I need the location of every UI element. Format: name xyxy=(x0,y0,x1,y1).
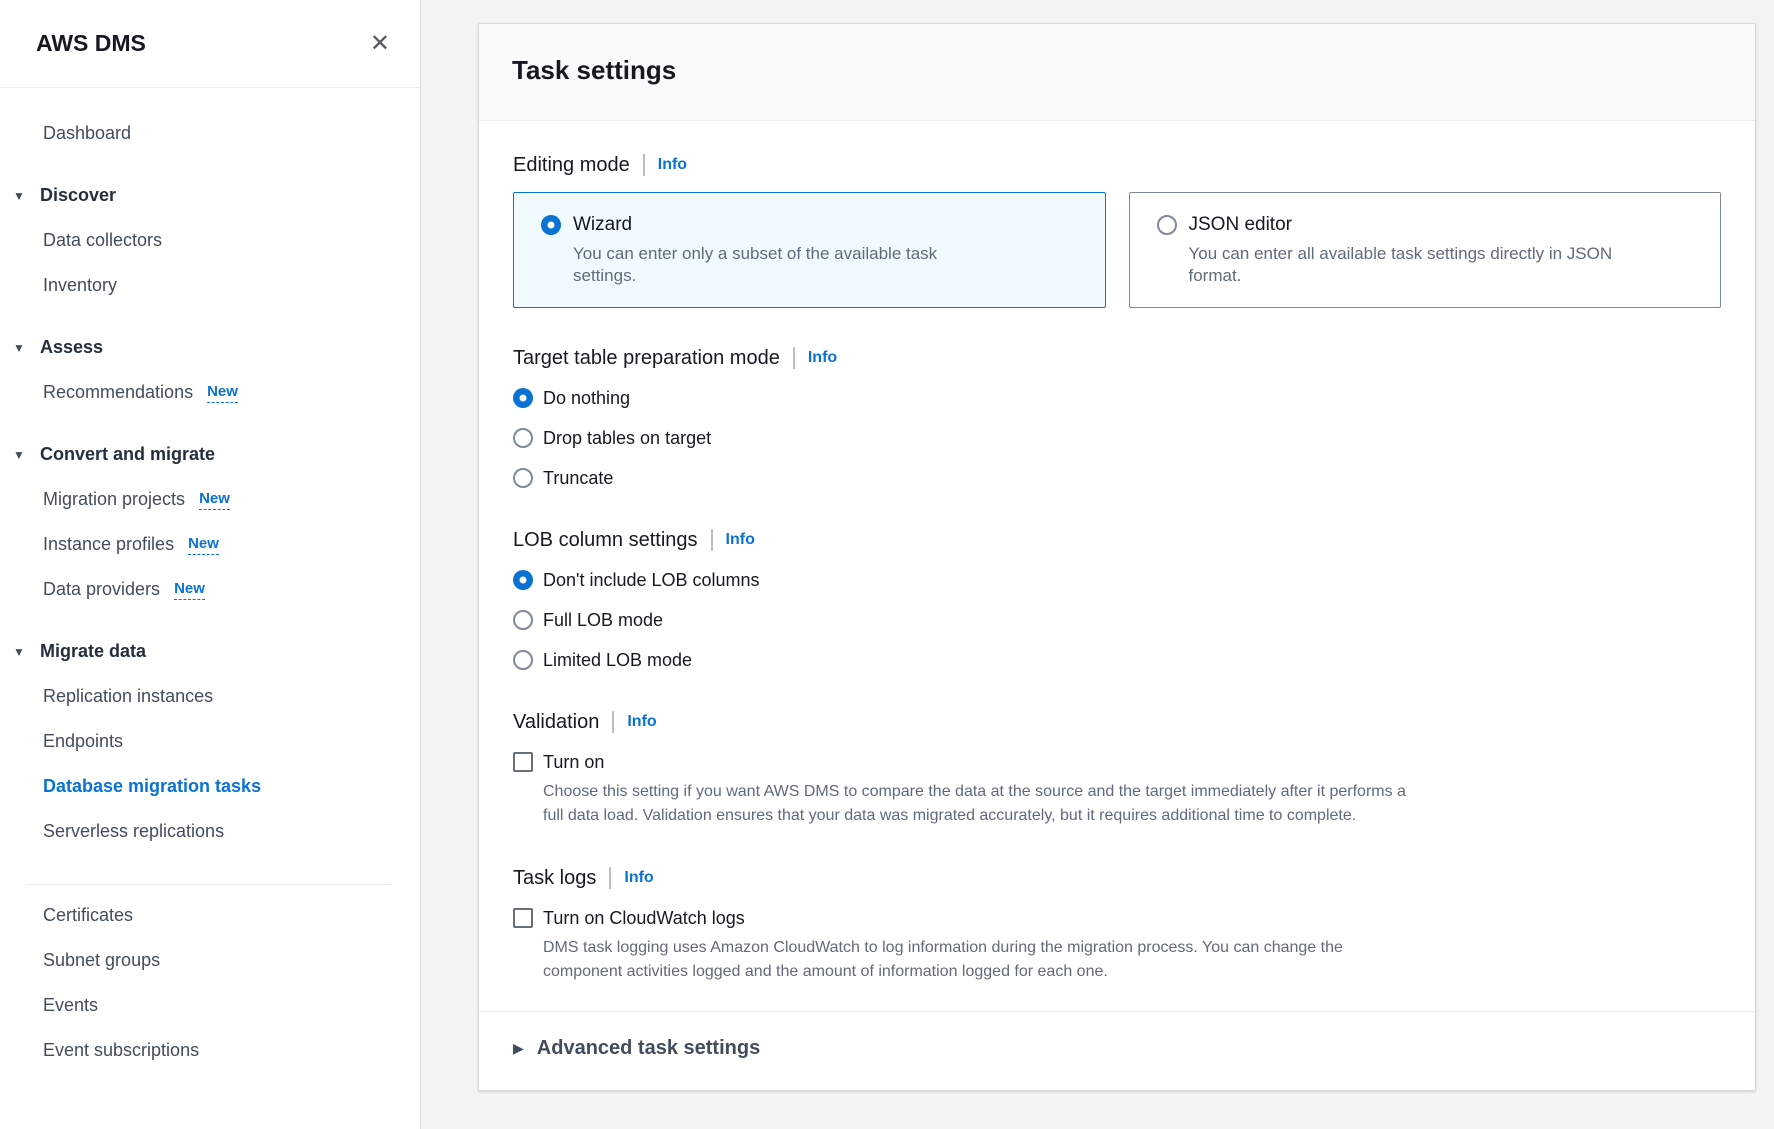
validation-label: Validation xyxy=(513,711,599,734)
do-nothing-radio[interactable] xyxy=(513,388,533,408)
card-header: Task settings xyxy=(479,24,1755,121)
advanced-task-settings-expander[interactable]: ▶ Advanced task settings xyxy=(479,1011,1755,1090)
target-table-info-link[interactable]: Info xyxy=(808,349,837,367)
radio-option-dont-include-lob[interactable]: Don't include LOB columns xyxy=(513,568,1721,592)
sidebar-section-assess: ▼ Assess Recommendations New xyxy=(0,325,420,415)
card-body: Editing mode Info Wizard You can enter o… xyxy=(479,121,1755,1011)
validation-checkbox[interactable] xyxy=(513,752,533,772)
dont-include-lob-radio[interactable] xyxy=(513,570,533,590)
new-badge: New xyxy=(207,383,238,403)
sidebar-section-migrate-data: ▼ Migrate data Replication instances End… xyxy=(0,629,420,854)
editing-mode-tiles: Wizard You can enter only a subset of th… xyxy=(513,192,1721,308)
sidebar-header: AWS DMS ✕ xyxy=(0,0,420,88)
sidebar-section-header-migrate-data[interactable]: ▼ Migrate data xyxy=(0,629,420,674)
wizard-radio[interactable] xyxy=(541,215,561,235)
sidebar-section-header-discover[interactable]: ▼ Discover xyxy=(0,173,420,218)
sidebar-section-header-convert-and-migrate[interactable]: ▼ Convert and migrate xyxy=(0,432,420,477)
radio-option-drop-tables-on-target[interactable]: Drop tables on target xyxy=(513,426,1721,450)
sidebar-section-convert-and-migrate: ▼ Convert and migrate Migration projects… xyxy=(0,432,420,612)
validation-info-link[interactable]: Info xyxy=(627,713,656,731)
field-task-logs: Task logs Info Turn on CloudWatch logs D… xyxy=(513,866,1721,984)
sidebar-item-data-providers[interactable]: Data providers New xyxy=(0,567,420,612)
limited-lob-radio[interactable] xyxy=(513,650,533,670)
drop-tables-radio[interactable] xyxy=(513,428,533,448)
label-separator xyxy=(609,867,611,889)
sidebar-nav: Dashboard ▼ Discover Data collectors Inv… xyxy=(0,88,420,1073)
new-badge: New xyxy=(188,535,219,555)
lob-info-link[interactable]: Info xyxy=(726,531,755,549)
json-editor-label: JSON editor xyxy=(1189,214,1292,236)
tile-wizard[interactable]: Wizard You can enter only a subset of th… xyxy=(513,192,1106,308)
radio-option-full-lob-mode[interactable]: Full LOB mode xyxy=(513,608,1721,632)
cloudwatch-logs-checkbox[interactable] xyxy=(513,908,533,928)
full-lob-radio[interactable] xyxy=(513,610,533,630)
sidebar-item-instance-profiles[interactable]: Instance profiles New xyxy=(0,522,420,567)
sidebar-item-data-collectors[interactable]: Data collectors xyxy=(0,218,420,263)
sidebar-item-recommendations[interactable]: Recommendations New xyxy=(0,370,420,415)
label-separator xyxy=(711,529,713,551)
caret-down-icon: ▼ xyxy=(13,189,25,203)
label-separator xyxy=(643,154,645,176)
task-logs-description: DMS task logging uses Amazon CloudWatch … xyxy=(543,936,1415,984)
field-lob-column-settings: LOB column settings Info Don't include L… xyxy=(513,528,1721,672)
sidebar-item-event-subscriptions[interactable]: Event subscriptions xyxy=(0,1028,420,1073)
radio-option-do-nothing[interactable]: Do nothing xyxy=(513,386,1721,410)
editing-mode-label: Editing mode xyxy=(513,154,630,177)
caret-right-icon: ▶ xyxy=(513,1040,524,1057)
field-validation: Validation Info Turn on Choose this sett… xyxy=(513,710,1721,828)
validation-description: Choose this setting if you want AWS DMS … xyxy=(543,780,1415,828)
json-editor-radio[interactable] xyxy=(1157,215,1177,235)
sidebar-item-database-migration-tasks[interactable]: Database migration tasks xyxy=(0,764,420,809)
caret-down-icon: ▼ xyxy=(13,645,25,659)
sidebar-item-endpoints[interactable]: Endpoints xyxy=(0,719,420,764)
sidebar-item-dashboard[interactable]: Dashboard xyxy=(0,111,420,156)
main-content: Task settings Editing mode Info Wizard xyxy=(421,0,1774,1129)
sidebar-item-inventory[interactable]: Inventory xyxy=(0,263,420,308)
truncate-radio[interactable] xyxy=(513,468,533,488)
close-icon[interactable]: ✕ xyxy=(370,32,390,56)
sidebar-item-replication-instances[interactable]: Replication instances xyxy=(0,674,420,719)
sidebar-section-header-assess[interactable]: ▼ Assess xyxy=(0,325,420,370)
sidebar: AWS DMS ✕ Dashboard ▼ Discover Data coll… xyxy=(0,0,421,1129)
lob-label: LOB column settings xyxy=(513,529,698,552)
task-logs-label: Task logs xyxy=(513,867,596,890)
sidebar-divider xyxy=(25,884,393,885)
new-badge: New xyxy=(199,490,230,510)
wizard-description: You can enter only a subset of the avail… xyxy=(573,243,1003,287)
sidebar-section-discover: ▼ Discover Data collectors Inventory xyxy=(0,173,420,308)
target-table-label: Target table preparation mode xyxy=(513,347,780,370)
label-separator xyxy=(793,347,795,369)
task-logs-turn-on-option[interactable]: Turn on CloudWatch logs xyxy=(513,906,1721,930)
field-target-table-preparation-mode: Target table preparation mode Info Do no… xyxy=(513,346,1721,490)
app-title: AWS DMS xyxy=(36,30,146,57)
sidebar-item-subnet-groups[interactable]: Subnet groups xyxy=(0,938,420,983)
sidebar-item-certificates[interactable]: Certificates xyxy=(0,893,420,938)
sidebar-item-events[interactable]: Events xyxy=(0,983,420,1028)
caret-down-icon: ▼ xyxy=(13,448,25,462)
new-badge: New xyxy=(174,580,205,600)
radio-option-limited-lob-mode[interactable]: Limited LOB mode xyxy=(513,648,1721,672)
sidebar-item-serverless-replications[interactable]: Serverless replications xyxy=(0,809,420,854)
task-settings-card: Task settings Editing mode Info Wizard xyxy=(478,23,1756,1091)
task-logs-info-link[interactable]: Info xyxy=(624,869,653,887)
editing-mode-info-link[interactable]: Info xyxy=(658,156,687,174)
label-separator xyxy=(612,711,614,733)
radio-option-truncate[interactable]: Truncate xyxy=(513,466,1721,490)
tile-json-editor[interactable]: JSON editor You can enter all available … xyxy=(1129,192,1722,308)
page-title: Task settings xyxy=(512,55,1722,86)
advanced-task-settings-label: Advanced task settings xyxy=(537,1037,760,1060)
wizard-label: Wizard xyxy=(573,214,632,236)
caret-down-icon: ▼ xyxy=(13,341,25,355)
validation-turn-on-option[interactable]: Turn on xyxy=(513,750,1721,774)
sidebar-item-migration-projects[interactable]: Migration projects New xyxy=(0,477,420,522)
field-editing-mode: Editing mode Info Wizard You can enter o… xyxy=(513,153,1721,308)
json-editor-description: You can enter all available task setting… xyxy=(1189,243,1619,287)
